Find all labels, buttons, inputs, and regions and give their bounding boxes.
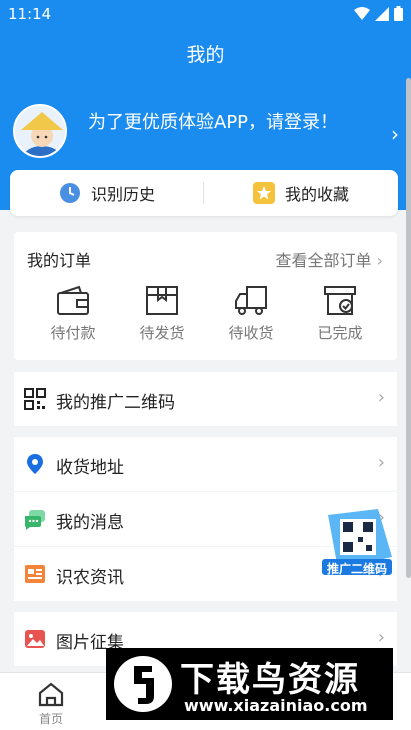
view-all-orders-label: 查看全部订单 (275, 251, 372, 270)
chevron-right-icon: › (377, 452, 385, 473)
watermark-overlay: 下载鸟资源 www.xiazainiao.com (106, 648, 393, 720)
menu-item-address[interactable]: 收货地址 › (14, 437, 397, 491)
pending-shipment-label: 待发货 (139, 324, 185, 342)
package-icon (146, 286, 178, 315)
truck-icon (235, 286, 267, 315)
chevron-right-icon: › (376, 251, 383, 270)
pending-payment-button[interactable]: 待付款 (28, 284, 118, 343)
promo-qrcode-badge[interactable]: 推广二维码 (318, 505, 396, 587)
menu-label: 我的消息 (56, 513, 124, 533)
menu-item-qrcode[interactable]: 我的推广二维码 › (14, 372, 397, 426)
completed-box-icon (324, 286, 356, 315)
menu-label: 收货地址 (56, 458, 124, 478)
orders-card: 我的订单 查看全部订单 › 待付款 待发货 待收货 已完成 (14, 232, 397, 360)
watermark-logo (114, 656, 172, 712)
location-pin-icon (27, 454, 43, 474)
status-icons (354, 6, 403, 21)
orders-title: 我的订单 (27, 251, 92, 270)
chat-icon (25, 510, 45, 530)
wifi-icon (354, 6, 370, 20)
login-banner[interactable]: 为了更优质体验APP，请登录！ › (0, 100, 411, 164)
qrcode-icon (24, 388, 46, 410)
home-icon (38, 682, 64, 707)
quick-links-card: 识别历史 我的收藏 (10, 170, 398, 216)
signal-icon (375, 6, 389, 21)
pending-payment-label: 待付款 (50, 324, 96, 342)
watermark-title: 下载鸟资源 (180, 660, 360, 700)
clock-icon (59, 183, 80, 203)
scrollbar[interactable] (406, 78, 411, 578)
image-icon (25, 630, 45, 648)
favorites-button[interactable]: 我的收藏 (204, 170, 398, 216)
history-button[interactable]: 识别历史 (10, 170, 204, 216)
bird-logo-icon (134, 666, 154, 704)
menu-label: 识农资讯 (56, 568, 124, 588)
status-time: 11:14 (8, 5, 52, 23)
completed-button[interactable]: 已完成 (295, 284, 385, 343)
wallet-icon (57, 285, 89, 315)
order-status-row: 待付款 待发货 待收货 已完成 (14, 284, 397, 354)
pending-receipt-button[interactable]: 待收货 (206, 284, 296, 343)
nav-home-label: 首页 (38, 712, 63, 726)
chevron-right-icon: › (377, 387, 385, 408)
history-label: 识别历史 (90, 185, 155, 204)
battery-icon (394, 6, 403, 21)
view-all-orders-link[interactable]: 查看全部订单 › (275, 247, 383, 271)
chevron-right-icon: › (391, 122, 399, 146)
pending-receipt-label: 待收货 (228, 324, 274, 342)
avatar[interactable] (13, 104, 67, 158)
farmer-avatar-icon (15, 106, 65, 156)
star-icon (252, 182, 275, 204)
page-title: 我的 (186, 44, 225, 66)
status-bar: 11:14 (0, 0, 411, 28)
menu-label: 我的推广二维码 (56, 393, 175, 413)
login-prompt: 为了更优质体验APP，请登录！ (88, 112, 339, 133)
promo-badge-label: 推广二维码 (326, 562, 387, 576)
pending-shipment-button[interactable]: 待发货 (117, 284, 207, 343)
nav-home-tab[interactable]: 首页 (28, 679, 74, 727)
news-icon (25, 565, 45, 583)
watermark-url: www.xiazainiao.com (184, 696, 368, 715)
completed-label: 已完成 (317, 324, 363, 342)
chevron-right-icon: › (377, 627, 385, 648)
favorites-label: 我的收藏 (284, 185, 349, 204)
